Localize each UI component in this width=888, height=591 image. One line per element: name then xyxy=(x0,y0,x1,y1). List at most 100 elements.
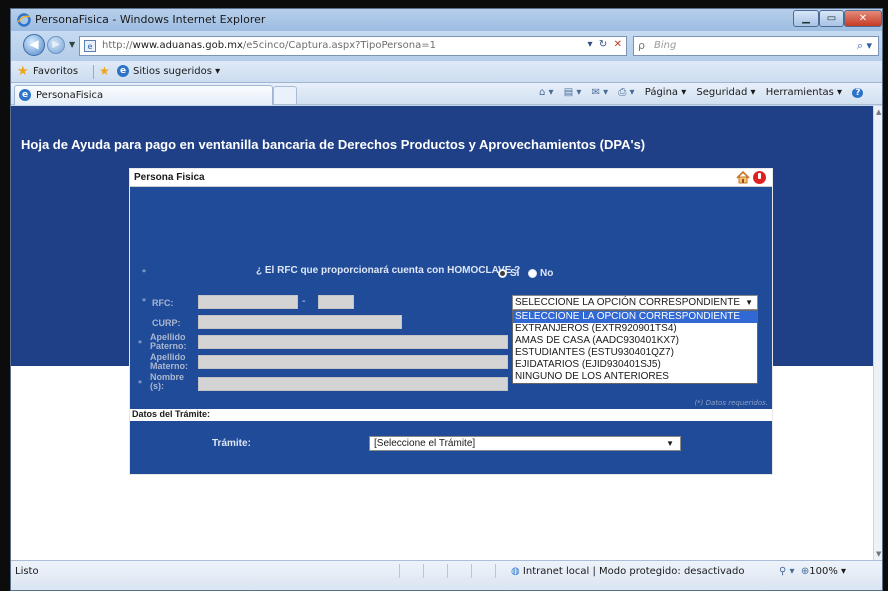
homoclave-yes-radio[interactable] xyxy=(498,269,507,278)
forward-button[interactable]: ▶ xyxy=(47,36,65,54)
rfc-type-select[interactable]: SELECCIONE LA OPCIÓN CORRESPONDIENTE ▼ xyxy=(512,295,758,310)
apellido-paterno-label: Apellido Paterno: xyxy=(150,332,187,351)
curp-field[interactable] xyxy=(198,315,402,329)
status-bar: Listo ◍ Intranet local | Modo protegido:… xyxy=(11,560,882,590)
add-favorite-icon[interactable]: ★ xyxy=(99,64,110,78)
search-input[interactable]: ρ Bing ⌕ ▾ xyxy=(633,36,879,56)
stop-icon[interactable]: ✕ xyxy=(614,39,622,50)
address-url[interactable]: http://www.aduanas.gob.mx/e5cinco/Captur… xyxy=(102,40,436,51)
rfc-option[interactable]: EXTRANJEROS (EXTR920901TS4) xyxy=(513,323,757,335)
ie-small-icon: e xyxy=(117,65,129,77)
search-icon[interactable]: ⌕ ▾ xyxy=(857,39,872,53)
status-text: Listo xyxy=(15,566,39,577)
favorites-separator xyxy=(93,65,94,79)
tab-personafisica[interactable]: e PersonaFisica xyxy=(14,85,273,105)
tab-label: PersonaFisica xyxy=(36,90,104,101)
bing-icon: ρ xyxy=(638,39,645,52)
tramite-section-title: Datos del Trámite: xyxy=(132,409,211,419)
favorites-star-icon[interactable]: ★ xyxy=(17,64,29,79)
tramite-select[interactable]: [Seleccione el Trámite] ▼ xyxy=(369,436,681,451)
required-asterisk: * xyxy=(142,297,146,306)
status-separator xyxy=(471,564,472,578)
nombre-label: Nombre (s): xyxy=(150,372,185,391)
print-icon[interactable]: ⎙ ▾ xyxy=(618,87,634,98)
title-bar: PersonaFisica - Windows Internet Explore… xyxy=(11,9,882,31)
required-fields-note: (*) Datos requeridos. xyxy=(694,399,768,407)
feeds-icon[interactable]: ▤ ▾ xyxy=(564,87,582,98)
minimize-button[interactable]: ▁ xyxy=(793,10,819,27)
apellido-materno-label: Apellido Materno: xyxy=(150,352,188,371)
command-bar: ⌂ ▾ ▤ ▾ ✉ ▾ ⎙ ▾ Página ▾ Seguridad ▾ Her… xyxy=(539,87,870,98)
rfc-option[interactable]: AMAS DE CASA (AADC930401KX7) xyxy=(513,335,757,347)
rfc-option[interactable]: NINGUNO DE LOS ANTERIORES xyxy=(513,371,757,383)
homoclave-yes-label: Si xyxy=(510,268,520,279)
help-icon[interactable]: ? xyxy=(852,88,864,98)
page-viewport: Hoja de Ayuda para pago en ventanilla ba… xyxy=(11,106,873,560)
rfc-label: RFC: xyxy=(152,298,174,308)
tramite-selected-value: [Seleccione el Trámite] xyxy=(374,438,476,449)
status-separator xyxy=(423,564,424,578)
back-arrow-icon: ◀ xyxy=(29,37,39,51)
back-button[interactable]: ◀ xyxy=(23,34,45,56)
address-input[interactable]: e http://www.aduanas.gob.mx/e5cinco/Capt… xyxy=(79,36,627,56)
status-separator xyxy=(495,564,496,578)
zoom-control[interactable]: ⚲ ▾ ⊕100% ▾ xyxy=(779,566,846,577)
vertical-scrollbar[interactable]: ▲ ▼ xyxy=(873,106,882,560)
search-placeholder: Bing xyxy=(654,40,677,51)
rfc-homoclave-field[interactable] xyxy=(318,295,354,309)
homoclave-no-radio[interactable] xyxy=(528,269,537,278)
tab-row: e PersonaFisica ⌂ ▾ ▤ ▾ ✉ ▾ ⎙ ▾ Página ▾… xyxy=(11,83,882,105)
panel-title: Persona Fisica xyxy=(134,172,205,183)
rfc-option[interactable]: ESTUDIANTES (ESTU930401QZ7) xyxy=(513,347,757,359)
globe-icon: ◍ xyxy=(511,566,520,577)
favorites-button[interactable]: Favoritos xyxy=(33,66,78,77)
tramite-section-header: Datos del Trámite: xyxy=(130,409,772,421)
homoclave-no-label: No xyxy=(540,268,554,279)
persona-fisica-panel: Persona Fisica * ¿ El RFC que proporcion… xyxy=(129,168,773,475)
power-icon[interactable] xyxy=(753,171,766,184)
protected-mode-icon[interactable]: ⚲ ▾ xyxy=(779,566,795,577)
address-dropdown-icon[interactable]: ▾ xyxy=(587,39,592,50)
security-menu[interactable]: Seguridad ▾ xyxy=(696,87,755,98)
ie-logo-icon xyxy=(17,13,31,27)
page-favicon-icon: e xyxy=(84,40,96,52)
tramite-label: Trámite: xyxy=(212,438,251,449)
rfc-dash: - xyxy=(302,296,306,307)
page-title: Hoja de Ayuda para pago en ventanilla ba… xyxy=(21,137,646,152)
scroll-up-icon[interactable]: ▲ xyxy=(876,108,881,116)
status-separator xyxy=(447,564,448,578)
home-icon[interactable] xyxy=(736,171,750,184)
chevron-down-icon: ▼ xyxy=(745,298,753,307)
scroll-down-icon[interactable]: ▼ xyxy=(876,550,881,558)
maximize-button[interactable]: ▭ xyxy=(819,10,844,27)
rfc-field[interactable] xyxy=(198,295,298,309)
tab-favicon-icon: e xyxy=(19,89,31,101)
rfc-option[interactable]: EJIDATARIOS (EJID930401SJ5) xyxy=(513,359,757,371)
browser-window: PersonaFisica - Windows Internet Explore… xyxy=(10,8,883,591)
forward-arrow-icon: ▶ xyxy=(52,39,60,50)
favorites-bar: ★ Favoritos ★ e Sitios sugeridos ▾ xyxy=(11,61,882,83)
panel-header: Persona Fisica xyxy=(130,169,772,187)
address-controls: ▾ ↻ ✕ xyxy=(587,39,622,50)
new-tab-button[interactable] xyxy=(273,86,297,104)
history-dropdown-icon[interactable]: ▼ xyxy=(69,40,75,49)
curp-label: CURP: xyxy=(152,318,181,328)
required-asterisk: * xyxy=(142,268,146,277)
refresh-icon[interactable]: ↻ xyxy=(599,39,607,50)
window-title: PersonaFisica - Windows Internet Explore… xyxy=(35,13,266,26)
status-separator xyxy=(399,564,400,578)
suggested-sites-link[interactable]: Sitios sugeridos ▾ xyxy=(133,66,220,77)
rfc-type-selected-value: SELECCIONE LA OPCIÓN CORRESPONDIENTE xyxy=(515,297,741,308)
required-asterisk: * xyxy=(138,339,142,348)
rfc-option[interactable]: SELECCIONE LA OPCION CORRESPONDIENTE xyxy=(513,311,757,323)
home-icon[interactable]: ⌂ ▾ xyxy=(539,87,554,98)
nombre-field[interactable] xyxy=(198,377,508,391)
apellido-materno-field[interactable] xyxy=(198,355,508,369)
apellido-paterno-field[interactable] xyxy=(198,335,508,349)
page-menu[interactable]: Página ▾ xyxy=(645,87,687,98)
tools-menu[interactable]: Herramientas ▾ xyxy=(766,87,842,98)
mail-icon[interactable]: ✉ ▾ xyxy=(592,87,609,98)
close-button[interactable]: ✕ xyxy=(844,10,882,27)
homoclave-question: ¿ El RFC que proporcionará cuenta con HO… xyxy=(256,265,521,276)
security-zone: ◍ Intranet local | Modo protegido: desac… xyxy=(511,566,745,577)
